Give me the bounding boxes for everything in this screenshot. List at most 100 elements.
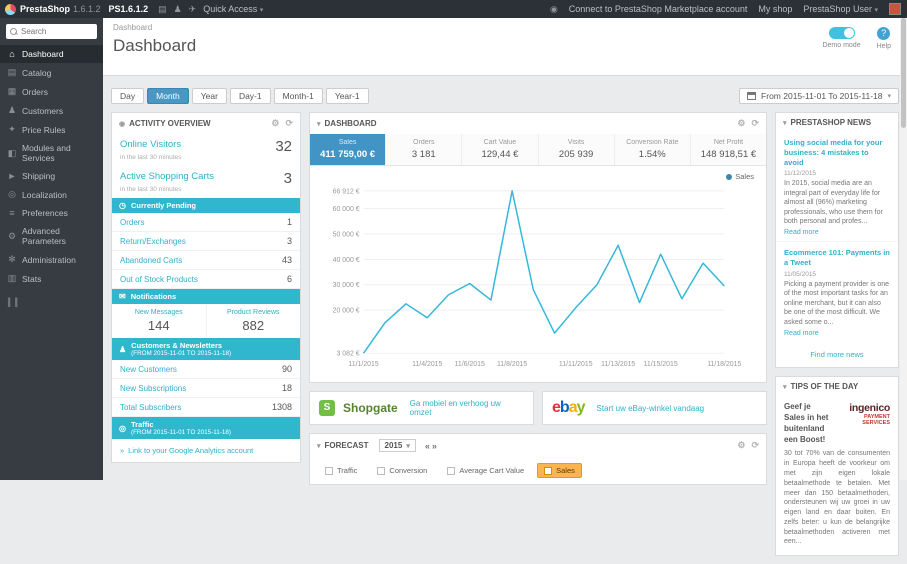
article-headline-link[interactable]: Using social media for your business: 4 …	[784, 138, 890, 167]
avatar[interactable]	[889, 3, 901, 15]
sidebar-item-stats[interactable]: ▥Stats	[0, 269, 103, 288]
next-arrow[interactable]: »	[432, 441, 437, 451]
panel-title: ACTIVITY OVERVIEW	[129, 119, 211, 128]
orders-link[interactable]: Orders	[120, 218, 144, 227]
cart-icon[interactable]: ▤	[158, 4, 167, 15]
refresh-icon[interactable]: ⟳	[751, 118, 759, 129]
filter-day-button[interactable]: Day	[111, 88, 144, 104]
sidebar-item-label: Orders	[22, 87, 48, 97]
new-customers-link[interactable]: New Customers	[120, 365, 177, 374]
sidebar-item-shipping[interactable]: ►Shipping	[0, 167, 103, 185]
sidebar-item-label: Price Rules	[22, 125, 65, 135]
svg-text:11/13/2015: 11/13/2015	[601, 361, 635, 368]
chevron-down-icon[interactable]: ▾	[783, 383, 787, 391]
refresh-icon[interactable]: ⟳	[285, 118, 293, 129]
chevron-down-icon[interactable]: ▾	[317, 120, 321, 128]
scrollbar[interactable]	[900, 18, 907, 480]
chevron-down-icon[interactable]: ▾	[317, 442, 321, 450]
marketplace-link[interactable]: Connect to PrestaShop Marketplace accoun…	[569, 4, 748, 14]
article-date: 11/12/2015	[784, 170, 890, 177]
active-carts-link[interactable]: Active Shopping Carts	[120, 171, 214, 182]
kpi-orders-tab[interactable]: Orders3 181	[386, 134, 462, 165]
sidebar-item-modules[interactable]: ◧Modules and Services	[0, 139, 103, 167]
svg-text:11/6/2015: 11/6/2015	[455, 361, 485, 368]
refresh-icon[interactable]: ⟳	[751, 440, 759, 451]
pending-section-header: ◷ Currently Pending	[112, 198, 300, 213]
sidebar-item-localization[interactable]: ◎Localization	[0, 185, 103, 204]
filter-day-1-button[interactable]: Day-1	[230, 88, 271, 104]
kpi-conversion-rate-tab[interactable]: Conversion Rate1.54%	[615, 134, 691, 165]
returns-link[interactable]: Return/Exchanges	[120, 237, 186, 246]
chevron-down-icon[interactable]: ▾	[783, 119, 787, 127]
filter-month-1-button[interactable]: Month-1	[274, 88, 323, 104]
svg-text:11/8/2015: 11/8/2015	[497, 361, 527, 368]
google-analytics-link[interactable]: » Link to your Google Analytics account	[112, 439, 300, 462]
read-more-link[interactable]: Read more	[784, 229, 890, 236]
sidebar-item-label: Shipping	[22, 171, 55, 181]
article-headline-link[interactable]: Ecommerce 101: Payments in a Tweet	[784, 248, 890, 268]
out-of-stock-link[interactable]: Out of Stock Products	[120, 275, 198, 284]
abandoned-carts-link[interactable]: Abandoned Carts	[120, 256, 182, 265]
my-shop-link[interactable]: My shop	[758, 4, 792, 14]
svg-text:11/15/2015: 11/15/2015	[644, 361, 678, 368]
forecast-traffic-toggle[interactable]: Traffic	[318, 463, 364, 478]
checkbox-icon	[544, 467, 552, 475]
forecast-conversion-toggle[interactable]: Conversion	[370, 463, 434, 478]
breadcrumb[interactable]: Dashboard	[113, 23, 897, 32]
online-visitors-subtext: in the last 30 minutes	[112, 154, 300, 166]
forecast-cart-value-toggle[interactable]: Average Cart Value	[440, 463, 531, 478]
ebay-link[interactable]: Start uw eBay-winkel vandaag	[597, 404, 705, 413]
sidebar-item-dashboard[interactable]: ⌂Dashboard	[0, 45, 103, 63]
gear-icon[interactable]: ⚙	[737, 440, 745, 451]
news-article: Ecommerce 101: Payments in a Tweet 11/05…	[776, 242, 898, 342]
shopgate-brand: Shopgate	[343, 401, 398, 415]
new-subscriptions-link[interactable]: New Subscriptions	[120, 384, 186, 393]
gear-icon[interactable]: ⚙	[737, 118, 745, 129]
shopgate-ad[interactable]: S Shopgate Ga mobiel en verhoog uw omzet	[309, 391, 534, 425]
product-reviews-cell[interactable]: Product Reviews 882	[207, 304, 301, 338]
kpi-visits-tab[interactable]: Visits205 939	[539, 134, 615, 165]
quick-access-menu[interactable]: Quick Access ▾	[203, 4, 263, 14]
read-more-link[interactable]: Read more	[784, 330, 890, 337]
sidebar-item-catalog[interactable]: ▤Catalog	[0, 63, 103, 82]
sliders-icon: ≡	[7, 208, 17, 218]
total-subscribers-link[interactable]: Total Subscribers	[120, 403, 181, 412]
user-menu[interactable]: PrestaShop User ▾	[803, 4, 878, 14]
sidebar-item-preferences[interactable]: ≡Preferences	[0, 204, 103, 222]
scrollbar-thumb[interactable]	[901, 18, 906, 128]
sidebar-item-customers[interactable]: ♟Customers	[0, 101, 103, 120]
sidebar-item-advanced-parameters[interactable]: ⚙Advanced Parameters	[0, 222, 103, 250]
filter-month-button[interactable]: Month	[147, 88, 189, 104]
prestashop-logo-icon[interactable]	[5, 4, 16, 15]
find-more-news-link[interactable]: Find more news	[776, 342, 898, 367]
gear-icon[interactable]: ⚙	[271, 118, 279, 129]
search-input[interactable]	[21, 27, 93, 36]
forecast-sales-toggle[interactable]: Sales	[537, 463, 582, 478]
help-icon[interactable]: ?	[877, 27, 890, 40]
shop-name[interactable]: PS1.6.1.2	[109, 4, 149, 14]
ebay-ad[interactable]: ebay Start uw eBay-winkel vandaag	[542, 391, 767, 425]
activity-icon: ◉	[119, 120, 125, 128]
pending-row: Return/Exchanges3	[112, 232, 300, 251]
traffic-section-header: ◎ Traffic (FROM 2015-11-01 TO 2015-11-18…	[112, 417, 300, 439]
sidebar-item-orders[interactable]: ▦Orders	[0, 82, 103, 101]
date-range-picker[interactable]: From 2015-11-01 To 2015-11-18 ▾	[739, 88, 899, 104]
pending-row: Out of Stock Products6	[112, 270, 300, 289]
shopgate-link[interactable]: Ga mobiel en verhoog uw omzet	[410, 399, 524, 417]
forecast-year-select[interactable]: 2015▾	[379, 439, 416, 452]
kpi-net-profit-tab[interactable]: Net Profit148 918,51 €	[691, 134, 766, 165]
sidebar-item-administration[interactable]: ✻Administration	[0, 250, 103, 269]
previous-arrow[interactable]: «	[425, 441, 430, 451]
kpi-sales-tab[interactable]: Sales411 759,00 €	[310, 134, 386, 165]
online-visitors-link[interactable]: Online Visitors	[120, 139, 181, 150]
rocket-icon[interactable]: ✈	[189, 4, 197, 15]
filter-year-button[interactable]: Year	[192, 88, 227, 104]
collapse-menu-icon[interactable]: ▍▍	[0, 288, 103, 317]
kpi-cart-value-tab[interactable]: Cart Value129,44 €	[462, 134, 538, 165]
sidebar-item-price-rules[interactable]: ✦Price Rules	[0, 120, 103, 139]
demo-mode-toggle[interactable]	[829, 27, 855, 39]
new-messages-cell[interactable]: New Messages 144	[112, 304, 207, 338]
globe-icon: ◎	[119, 424, 126, 433]
filter-year-1-button[interactable]: Year-1	[326, 88, 369, 104]
customer-icon[interactable]: ♟	[174, 4, 182, 15]
